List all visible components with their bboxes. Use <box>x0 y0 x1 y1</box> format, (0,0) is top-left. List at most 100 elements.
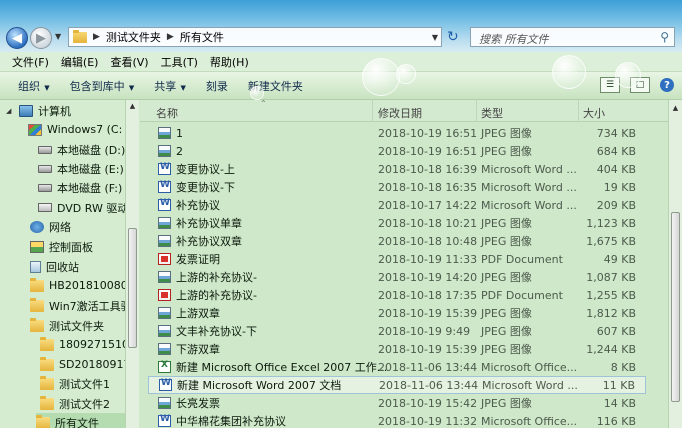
burn-button[interactable]: 刻录 <box>206 78 228 94</box>
file-row[interactable]: 上游双章 2018-10-19 15:39 JPEG 图像 1,812 KB <box>148 304 646 322</box>
file-name-cell: 变更协议-下 <box>158 179 235 195</box>
nav-item-drive-f[interactable]: 本地磁盘 (F:) <box>38 178 125 197</box>
file-type: JPEG 图像 <box>481 343 532 356</box>
file-row[interactable]: 中华棉花集团补充协议 2018-10-19 11:32Microsoft Offi… <box>148 412 646 428</box>
include-in-library-button[interactable]: 包含到库中 ▼ <box>70 78 135 94</box>
word-document-icon <box>158 414 171 427</box>
column-header-size[interactable]: 大小 <box>583 105 605 121</box>
breadcrumb-separator-icon[interactable]: ▶ <box>93 32 100 42</box>
file-list-scroll-thumb[interactable] <box>671 212 680 402</box>
nav-item-drive-d[interactable]: 本地磁盘 (D:) <box>38 140 125 159</box>
file-type: PDF Document <box>481 252 563 266</box>
file-row[interactable]: 补充协议 2018-10-17 14:22Microsoft Word ... 20… <box>148 196 646 214</box>
nav-scrollbar[interactable]: ▲ <box>125 100 139 428</box>
file-size: 8 KB <box>610 360 636 374</box>
nav-item-recycle-bin[interactable]: 回收站 <box>30 257 125 276</box>
file-row[interactable]: 上游的补充协议- 2018-10-19 14:20 JPEG 图像 1,087 KB <box>148 268 646 286</box>
file-type: Microsoft Word ... <box>481 162 577 176</box>
menu-edit[interactable]: 编辑(E) <box>55 54 105 70</box>
column-divider[interactable] <box>372 100 373 122</box>
file-date: 2018-10-18 16:39 <box>378 162 478 176</box>
file-row[interactable]: 变更协议-上 2018-10-18 16:39Microsoft Word ...… <box>148 160 646 178</box>
column-header-type[interactable]: 类型 <box>481 105 503 121</box>
nav-item-folder-sd[interactable]: SD201809170 <box>40 355 137 374</box>
file-row[interactable]: 长亮发票 2018-10-19 15:42 JPEG 图像 14 KB <box>148 394 646 412</box>
nav-item-control-panel[interactable]: 控制面板 <box>30 237 125 256</box>
decorative-bubble <box>615 62 641 88</box>
search-icon[interactable]: ⚲ <box>660 30 669 44</box>
menu-file[interactable]: 文件(F) <box>6 54 55 70</box>
nav-item-network[interactable]: 网络 <box>30 217 125 236</box>
jpeg-file-icon <box>158 145 171 157</box>
file-name-cell: 上游的补充协议- <box>158 269 257 285</box>
file-name: 新建 Microsoft Office Excel 2007 工作... <box>176 361 388 374</box>
nav-item-all-files[interactable]: 所有文件 <box>36 413 125 428</box>
share-button[interactable]: 共享 ▼ <box>154 78 186 94</box>
folder-icon <box>30 317 44 332</box>
organize-button[interactable]: 组织 ▼ <box>18 78 50 94</box>
nav-item-test-folder[interactable]: 测试文件夹 <box>30 316 125 335</box>
recycle-bin-icon <box>30 260 41 273</box>
refresh-icon[interactable]: ↻ <box>447 29 459 45</box>
menu-help[interactable]: 帮助(H) <box>204 54 255 70</box>
forward-button[interactable]: ▶ <box>30 27 52 49</box>
file-row[interactable]: 1 2018-10-19 16:51 JPEG 图像 734 KB <box>148 124 646 142</box>
search-input[interactable]: 搜索 所有文件 ⚲ <box>470 27 675 47</box>
file-row[interactable]: 文丰补充协议-下 2018-10-19 9:49 JPEG 图像 607 KB <box>148 322 646 340</box>
nav-scroll-thumb[interactable] <box>128 228 137 348</box>
file-row[interactable]: 上游的补充协议- 2018-10-18 17:35 PDF Document 1,25… <box>148 286 646 304</box>
nav-item-hb-folder[interactable]: HB2018100800 <box>30 276 135 295</box>
nav-item-drive-e[interactable]: 本地磁盘 (E:) <box>38 159 125 178</box>
breadcrumb-all-files[interactable]: 所有文件 <box>180 29 224 45</box>
file-row[interactable]: 下游双章 2018-10-19 15:39 JPEG 图像 1,244 KB <box>148 340 646 358</box>
column-divider[interactable] <box>578 100 579 122</box>
address-box[interactable]: ▶ 测试文件夹 ▶ 所有文件 ▼ <box>68 27 442 47</box>
file-size: 11 KB <box>602 378 635 392</box>
nav-item-computer[interactable]: ◢ 计算机 <box>6 101 125 120</box>
file-name-cell: 文丰补充协议-下 <box>158 323 257 339</box>
file-row[interactable]: 发票证明 2018-10-19 11:33 PDF Document 49 KB <box>148 250 646 268</box>
file-row[interactable]: 补充协议单章 2018-10-18 10:21 JPEG 图像 1,123 KB <box>148 214 646 232</box>
nav-item-test-file-1[interactable]: 测试文件1 <box>40 374 125 393</box>
column-divider[interactable] <box>476 100 477 122</box>
file-row[interactable]: 2 2018-10-19 16:51 JPEG 图像 684 KB <box>148 142 646 160</box>
search-placeholder: 搜索 所有文件 <box>479 33 549 46</box>
jpeg-file-icon <box>158 325 171 337</box>
column-header-date[interactable]: 修改日期 <box>378 105 422 121</box>
recent-pages-dropdown-icon[interactable]: ▼ <box>55 32 61 41</box>
jpeg-file-icon <box>158 271 171 283</box>
breadcrumb-test-folder[interactable]: 测试文件夹 <box>106 29 161 45</box>
column-header-name[interactable]: 名称 <box>156 105 178 121</box>
collapse-icon[interactable]: ◢ <box>6 107 14 115</box>
file-row[interactable]: 新建 Microsoft Office Excel 2007 工作...2018… <box>148 358 646 376</box>
nav-item-win7-tools[interactable]: Win7激活工具驱 <box>30 296 132 315</box>
menu-tools[interactable]: 工具(T) <box>155 54 204 70</box>
menu-view[interactable]: 查看(V) <box>104 54 154 70</box>
back-button[interactable]: ◀ <box>6 27 28 49</box>
jpeg-file-icon <box>158 343 171 355</box>
nav-item-drive-c[interactable]: Windows7 (C: <box>28 120 125 139</box>
scroll-up-arrow-icon[interactable]: ▲ <box>127 102 138 114</box>
scroll-up-arrow-icon[interactable]: ▲ <box>670 104 681 112</box>
breadcrumb-separator-icon[interactable]: ▶ <box>167 32 174 42</box>
file-row[interactable]: 变更协议-下 2018-10-18 16:35Microsoft Word ...… <box>148 178 646 196</box>
file-type: JPEG 图像 <box>481 217 532 230</box>
file-date: 2018-10-19 15:42 <box>378 396 478 410</box>
nav-item-dvd[interactable]: DVD RW 驱动 <box>38 198 128 217</box>
file-row[interactable]: 补充协议双章 2018-10-18 10:48 JPEG 图像 1,675 KB <box>148 232 646 250</box>
file-row[interactable]: 新建 Microsoft Word 2007 文档 2018-11-06 13:4… <box>148 376 646 394</box>
file-name: 新建 Microsoft Word 2007 文档 <box>177 379 342 392</box>
word-document-icon <box>158 180 171 193</box>
file-list-scrollbar[interactable]: ▲ <box>668 100 682 428</box>
file-size: 1,675 KB <box>586 234 636 248</box>
nav-item-folder-1809[interactable]: 18092715100 <box>40 335 136 354</box>
nav-item-test-file-2[interactable]: 测试文件2 <box>40 394 125 413</box>
help-button[interactable]: ? <box>660 78 674 92</box>
jpeg-file-icon <box>158 217 171 229</box>
dropdown-arrow-icon: ▼ <box>178 83 186 92</box>
file-name-cell: 新建 Microsoft Word 2007 文档 <box>159 377 341 393</box>
file-name: 中华棉花集团补充协议 <box>176 415 286 428</box>
file-size: 1,244 KB <box>586 342 636 356</box>
file-date: 2018-10-19 14:20 <box>378 270 478 284</box>
address-dropdown-icon[interactable]: ▼ <box>432 33 438 42</box>
